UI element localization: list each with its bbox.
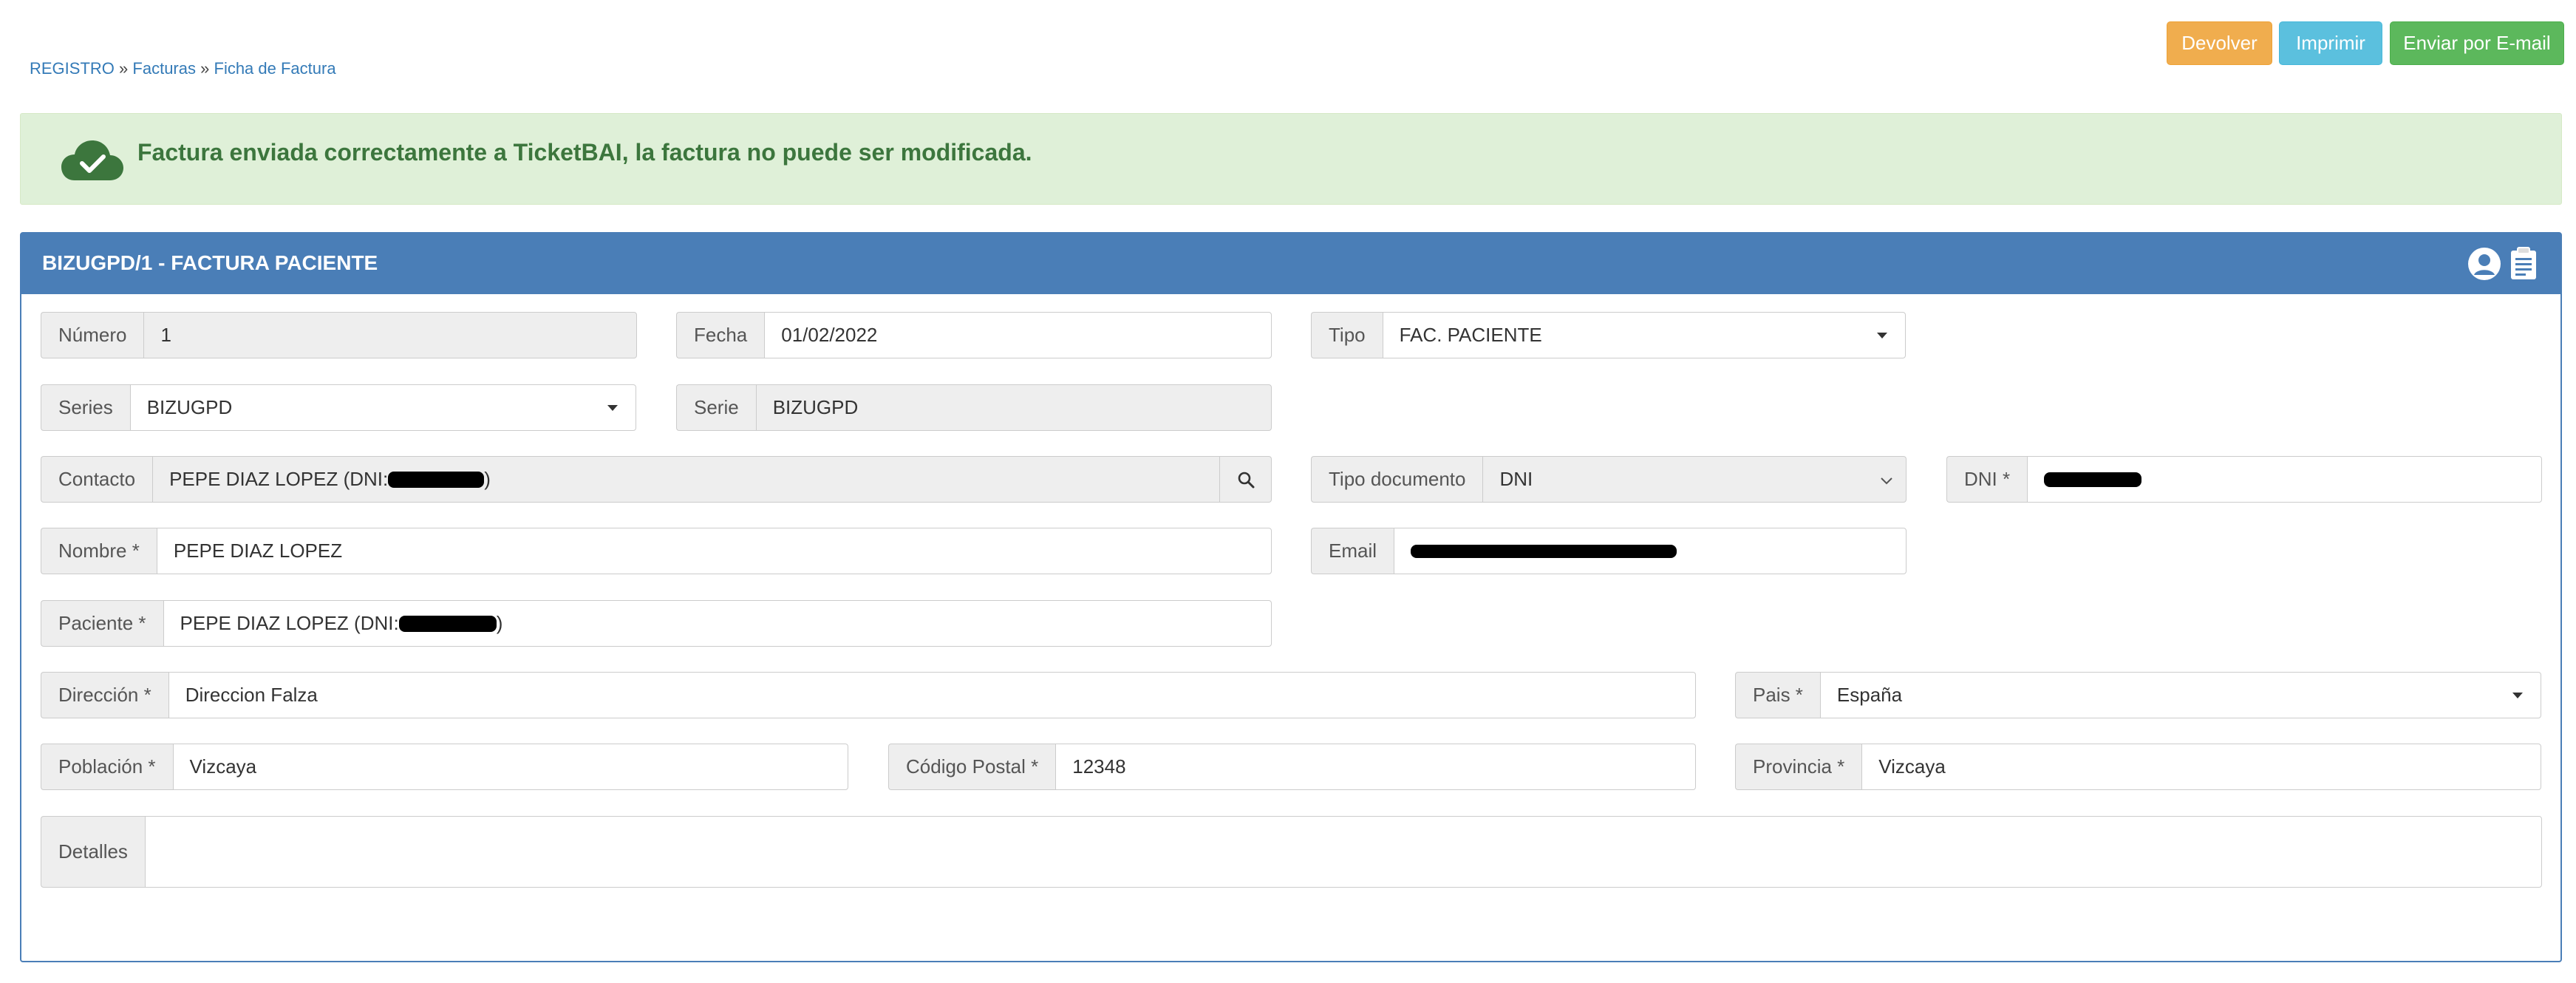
direccion-label: Dirección * xyxy=(41,672,168,718)
caret-down-icon xyxy=(1877,333,1887,339)
redacted-dni xyxy=(388,471,485,488)
pais-select[interactable]: España xyxy=(1819,672,2541,718)
breadcrumb-separator: » xyxy=(119,59,129,78)
caret-down-icon xyxy=(607,405,618,411)
email-label: Email xyxy=(1311,528,1394,574)
paciente-input[interactable]: PEPE DIAZ LOPEZ (DNI: ) xyxy=(163,600,1272,647)
fecha-input[interactable]: 01/02/2022 xyxy=(764,312,1272,358)
tipo-documento-select[interactable]: DNI xyxy=(1482,456,1907,503)
redacted-dni xyxy=(2044,472,2142,487)
paciente-field: Paciente * PEPE DIAZ LOPEZ (DNI: ) xyxy=(41,600,1272,647)
provincia-field: Provincia * Vizcaya xyxy=(1735,744,2541,790)
serie-field: Serie BIZUGPD xyxy=(676,384,1272,431)
series-field: Series BIZUGPD xyxy=(41,384,636,431)
search-icon xyxy=(1238,472,1254,488)
tipo-documento-field: Tipo documento DNI xyxy=(1311,456,1907,503)
contacto-search-button[interactable] xyxy=(1220,456,1272,503)
user-avatar-icon[interactable] xyxy=(2467,247,2501,281)
breadcrumb-separator: » xyxy=(200,59,210,78)
codigo-postal-field: Código Postal * 12348 xyxy=(888,744,1696,790)
contacto-field: Contacto PEPE DIAZ LOPEZ (DNI: ) xyxy=(41,456,1272,503)
pais-field: Pais * España xyxy=(1735,672,2541,718)
tipo-field: Tipo FAC. PACIENTE xyxy=(1311,312,1906,358)
serie-input[interactable]: BIZUGPD xyxy=(755,384,1272,431)
imprimir-button[interactable]: Imprimir xyxy=(2279,21,2382,65)
poblacion-input[interactable]: Vizcaya xyxy=(172,744,848,790)
detalles-textarea[interactable] xyxy=(144,816,2542,888)
provincia-label: Provincia * xyxy=(1735,744,1862,790)
paciente-label: Paciente * xyxy=(41,600,163,647)
fecha-field: Fecha 01/02/2022 xyxy=(676,312,1272,358)
provincia-input[interactable]: Vizcaya xyxy=(1861,744,2541,790)
nombre-input[interactable]: PEPE DIAZ LOPEZ xyxy=(156,528,1272,574)
redacted-email xyxy=(1411,544,1677,558)
fecha-label: Fecha xyxy=(676,312,765,358)
direccion-input[interactable]: Direccion Falza xyxy=(168,672,1696,718)
cloud-check-icon xyxy=(61,140,123,180)
numero-field: Número 1 xyxy=(41,312,637,358)
success-alert: Factura enviada correctamente a TicketBA… xyxy=(20,113,2562,205)
codigo-postal-input[interactable]: 12348 xyxy=(1055,744,1696,790)
dni-input[interactable] xyxy=(2027,456,2542,503)
caret-down-icon xyxy=(2512,693,2523,698)
poblacion-field: Población * Vizcaya xyxy=(41,744,848,790)
poblacion-label: Población * xyxy=(41,744,173,790)
breadcrumb: REGISTRO » Facturas » Ficha de Factura xyxy=(30,59,336,78)
nombre-field: Nombre * PEPE DIAZ LOPEZ xyxy=(41,528,1272,574)
contacto-input[interactable]: PEPE DIAZ LOPEZ (DNI: ) xyxy=(152,456,1220,503)
chevron-down-icon xyxy=(1881,477,1892,485)
devolver-button[interactable]: Devolver xyxy=(2167,21,2272,65)
series-select[interactable]: BIZUGPD xyxy=(129,384,636,431)
breadcrumb-registro[interactable]: REGISTRO xyxy=(30,59,115,78)
detalles-field: Detalles xyxy=(41,816,2542,888)
tipo-label: Tipo xyxy=(1311,312,1383,358)
numero-label: Número xyxy=(41,312,144,358)
redacted-dni xyxy=(398,615,497,632)
tipo-documento-label: Tipo documento xyxy=(1311,456,1483,503)
clipboard-icon[interactable] xyxy=(2509,247,2538,281)
contacto-label: Contacto xyxy=(41,456,153,503)
direccion-field: Dirección * Direccion Falza xyxy=(41,672,1696,718)
panel-header: BIZUGPD/1 - FACTURA PACIENTE xyxy=(21,234,2560,294)
numero-input[interactable]: 1 xyxy=(143,312,637,358)
detalles-label: Detalles xyxy=(41,816,145,888)
alert-message: Factura enviada correctamente a TicketBA… xyxy=(137,139,1032,166)
tipo-select[interactable]: FAC. PACIENTE xyxy=(1382,312,1906,358)
email-field: Email xyxy=(1311,528,1907,574)
series-label: Series xyxy=(41,384,130,431)
breadcrumb-facturas[interactable]: Facturas xyxy=(132,59,196,78)
dni-field: DNI * xyxy=(1946,456,2542,503)
enviar-email-button[interactable]: Enviar por E-mail xyxy=(2390,21,2564,65)
nombre-label: Nombre * xyxy=(41,528,157,574)
pais-label: Pais * xyxy=(1735,672,1820,718)
codigo-postal-label: Código Postal * xyxy=(888,744,1056,790)
panel-title: BIZUGPD/1 - FACTURA PACIENTE xyxy=(42,251,378,274)
email-input[interactable] xyxy=(1394,528,1907,574)
breadcrumb-ficha[interactable]: Ficha de Factura xyxy=(214,59,336,78)
dni-label: DNI * xyxy=(1946,456,2028,503)
serie-label: Serie xyxy=(676,384,756,431)
